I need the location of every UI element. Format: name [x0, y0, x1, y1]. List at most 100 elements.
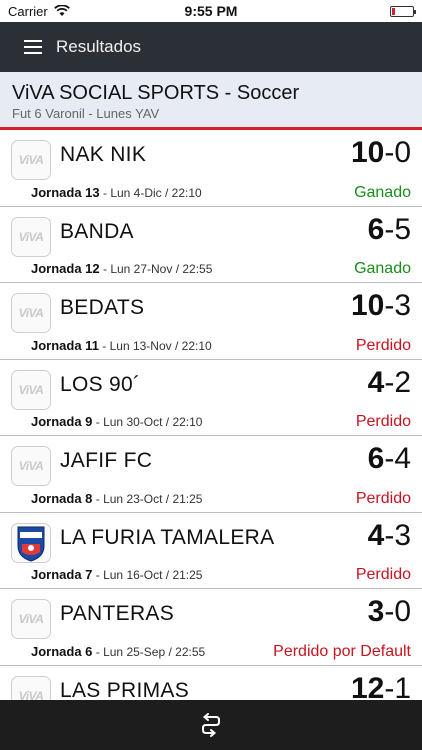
- team-name: LA FURIA TAMALERA: [60, 525, 275, 549]
- score-away: 0: [394, 595, 411, 628]
- viva-logo-icon: ViVA: [18, 382, 44, 397]
- match-meta: Jornada 13 - Lun 4-Dic / 22:10: [31, 185, 202, 200]
- team-name: BEDATS: [60, 296, 145, 319]
- match-row[interactable]: ViVA JAFIF FC 6-4 Jornada 8 - Lun 23-Oct / …: [0, 436, 422, 513]
- jornada-label: Jornada 8: [31, 490, 93, 506]
- league-title: ViVA SOCIAL SPORTS - Soccer: [12, 82, 300, 104]
- status-left: Carrier: [8, 4, 70, 19]
- team-logo: ViVA: [11, 140, 51, 180]
- match-result: Perdido por Default: [273, 642, 411, 660]
- league-subtitle: Fut 6 Varonil - Lunes YAV: [12, 106, 160, 121]
- battery-icon: [390, 5, 416, 17]
- score-separator: -: [384, 136, 395, 169]
- team-crest-icon: [17, 526, 45, 562]
- score-separator: -: [384, 595, 395, 628]
- team-logo: ViVA: [11, 446, 51, 486]
- jornada-label: Jornada 6: [31, 643, 93, 659]
- team-name: BANDA: [60, 219, 134, 243]
- match-date: - Lun 16-Oct / 21:25: [92, 568, 203, 582]
- score-home: 6: [367, 212, 385, 246]
- match-result: Perdido: [355, 566, 411, 583]
- team-logo: ViVA: [11, 369, 51, 410]
- match-score: 4-3: [368, 519, 411, 553]
- jornada-label: Jornada 7: [31, 567, 93, 582]
- match-score: 12-1: [351, 672, 411, 701]
- score-away: 5: [394, 212, 411, 246]
- team-logo: ViVA: [11, 216, 51, 257]
- score-home: 6: [367, 442, 385, 475]
- match-score: 6-5: [368, 213, 411, 247]
- team-name: LAS PRIMAS: [60, 678, 190, 701]
- bottom-toolbar: [0, 700, 422, 750]
- team-name: NAK NIK: [60, 143, 147, 166]
- match-result: Perdido: [355, 489, 411, 507]
- match-meta: Jornada 7 - Lun 16-Oct / 21:25: [31, 567, 202, 582]
- match-date: - Lun 4-Dic / 22:10: [99, 185, 202, 200]
- jornada-label: Jornada 13: [31, 184, 100, 200]
- back-arrow-icon[interactable]: [200, 713, 222, 737]
- match-result: Ganado: [354, 260, 411, 277]
- match-row[interactable]: ViVA PANTERAS 3-0 Jornada 6 - Lun 25-Sep / …: [0, 589, 422, 666]
- viva-logo-icon: ViVA: [18, 612, 44, 626]
- score-home: 10: [350, 136, 385, 169]
- score-home: 4: [367, 518, 385, 552]
- team-logo: [11, 522, 51, 563]
- score-home: 10: [350, 289, 385, 322]
- team-logo: ViVA: [11, 675, 51, 701]
- score-separator: -: [384, 212, 395, 246]
- match-row[interactable]: LA FURIA TAMALERA 4-3 Jornada 7 - Lun 16-O…: [0, 513, 422, 589]
- team-logo: ViVA: [11, 599, 51, 639]
- viva-logo-icon: ViVA: [18, 306, 44, 320]
- match-row[interactable]: ViVA LOS 90´ 4-2 Jornada 9 - Lun 30-Oct / 2…: [0, 360, 422, 436]
- wifi-icon: [53, 5, 70, 16]
- match-score: 3-0: [368, 595, 411, 629]
- team-name: LOS 90´: [60, 372, 141, 396]
- team-logo: ViVA: [11, 293, 51, 333]
- score-home: 12: [350, 671, 385, 701]
- match-date: - Lun 13-Nov / 22:10: [98, 338, 212, 353]
- jornada-label: Jornada 12: [31, 261, 100, 276]
- score-separator: -: [384, 518, 395, 552]
- navbar: Resultados: [0, 22, 422, 72]
- hamburger-menu-icon[interactable]: [24, 40, 42, 54]
- match-meta: Jornada 11 - Lun 13-Nov / 22:10: [31, 338, 212, 353]
- match-row[interactable]: ViVA BEDATS 10-3 Jornada 11 - Lun 13-Nov / …: [0, 283, 422, 360]
- match-row[interactable]: ViVA LAS PRIMAS 12-1: [0, 666, 422, 701]
- score-separator: -: [384, 442, 395, 475]
- score-away: 2: [394, 365, 411, 399]
- viva-logo-icon: ViVA: [18, 688, 44, 701]
- score-away: 3: [394, 518, 411, 552]
- score-separator: -: [384, 365, 395, 399]
- match-date: - Lun 23-Oct / 21:25: [92, 491, 203, 506]
- match-score: 10-0: [351, 136, 411, 170]
- match-score: 6-4: [368, 442, 411, 476]
- viva-logo-icon: ViVA: [18, 153, 44, 167]
- viva-logo-icon: ViVA: [18, 229, 44, 244]
- team-name: JAFIF FC: [60, 449, 153, 472]
- score-separator: -: [384, 671, 395, 701]
- match-score: 10-3: [351, 289, 411, 323]
- score-away: 4: [394, 442, 411, 475]
- carrier-label: Carrier: [8, 3, 48, 19]
- match-meta: Jornada 6 - Lun 25-Sep / 22:55: [31, 644, 205, 659]
- match-row[interactable]: ViVA BANDA 6-5 Jornada 12 - Lun 27-Nov / 22…: [0, 207, 422, 283]
- battery-level: [392, 7, 395, 15]
- score-home: 4: [367, 365, 385, 399]
- score-away: 1: [394, 671, 411, 701]
- jornada-label: Jornada 9: [31, 414, 93, 429]
- page-title: Resultados: [56, 37, 142, 56]
- match-row[interactable]: ViVA NAK NIK 10-0 Jornada 13 - Lun 4-Dic / …: [0, 130, 422, 207]
- match-meta: Jornada 9 - Lun 30-Oct / 22:10: [31, 414, 202, 429]
- score-home: 3: [367, 595, 385, 628]
- score-separator: -: [384, 289, 395, 322]
- match-date: - Lun 27-Nov / 22:55: [99, 262, 213, 276]
- match-date: - Lun 25-Sep / 22:55: [92, 644, 206, 659]
- jornada-label: Jornada 11: [31, 337, 99, 353]
- match-list: ViVA NAK NIK 10-0 Jornada 13 - Lun 4-Dic / …: [0, 130, 422, 700]
- league-header: ViVA SOCIAL SPORTS - Soccer Fut 6 Varoni…: [0, 72, 422, 130]
- match-score: 4-2: [368, 366, 411, 400]
- score-away: 0: [394, 136, 411, 169]
- match-date: - Lun 30-Oct / 22:10: [92, 415, 203, 429]
- status-bar: Carrier 9:55 PM: [0, 0, 422, 22]
- viva-logo-icon: ViVA: [18, 459, 44, 473]
